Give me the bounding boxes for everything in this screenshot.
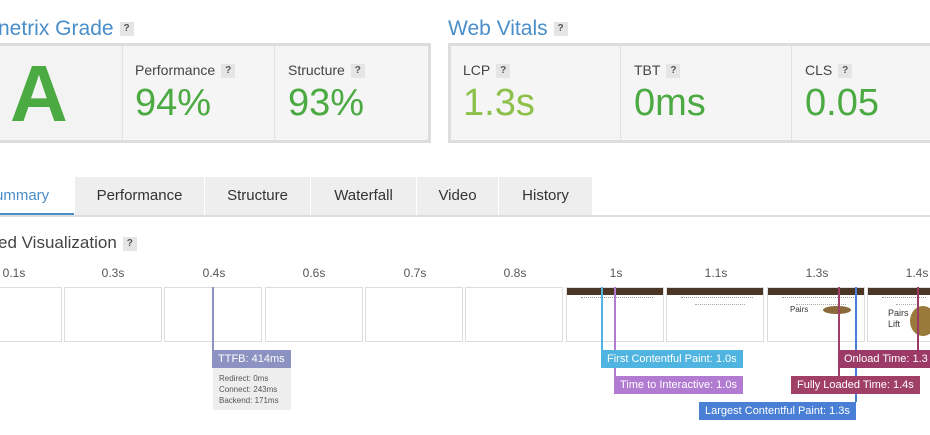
filmstrip-frame-page [666, 287, 764, 342]
cls-cell: CLS? 0.05 [793, 46, 930, 140]
filmstrip-frame-page: Pairs Lift [867, 287, 930, 342]
page-nav-dots [681, 297, 753, 299]
ttfb-redirect: Redirect: 0ms [219, 374, 269, 383]
cls-label: CLS? [805, 62, 853, 79]
vitals-section-title: Web Vitals? [448, 17, 568, 41]
timeline-tick: 1.3s [805, 266, 829, 280]
report-tabs: ummary Performance Structure Waterfall V… [0, 177, 592, 217]
vitals-title-text: Web Vitals [448, 17, 548, 40]
filmstrip-frame-blank [365, 287, 463, 342]
page-text-dots [695, 304, 745, 306]
page-nav-dots [581, 297, 653, 299]
visualization-title-text: ed Visualization [0, 233, 117, 252]
performance-cell: Performance? 94% [123, 46, 275, 140]
grade-section-title: netrix Grade? [0, 17, 134, 41]
performance-value: 94% [135, 82, 212, 124]
grade-title-text: netrix Grade [0, 17, 114, 40]
tbt-cell: TBT? 0ms [622, 46, 792, 140]
ttfb-marker[interactable]: TTFB: 414ms [212, 350, 291, 368]
ttfb-line [212, 287, 214, 350]
timeline-tick: 0.4s [202, 266, 226, 280]
page-nav-dots [882, 297, 926, 299]
help-icon[interactable]: ? [221, 64, 236, 79]
fcp-marker[interactable]: First Contentful Paint: 1.0s [601, 350, 743, 368]
ttfb-backend: Backend: 171ms [219, 396, 279, 405]
visualization-title: ed Visualization? [0, 233, 137, 253]
timeline-tick: 0.6s [302, 266, 326, 280]
timeline-tick: 1s [609, 266, 623, 280]
help-icon[interactable]: ? [496, 64, 511, 79]
grade-panel: A Performance? 94% Structure? 93% [0, 43, 431, 143]
lcp-label: LCP? [463, 62, 511, 79]
help-icon[interactable]: ? [838, 64, 853, 79]
filmstrip-frame-blank [0, 287, 62, 342]
page-text-dots [896, 304, 918, 306]
page-nav-dots [782, 297, 854, 299]
performance-label: Performance? [135, 62, 236, 79]
tab-performance[interactable]: Performance [74, 177, 204, 215]
timeline-tick: 0.3s [101, 266, 125, 280]
lcp-marker[interactable]: Largest Contentful Paint: 1.3s [699, 402, 856, 420]
grade-letter: A [10, 49, 68, 138]
vitals-panel: LCP? 1.3s TBT? 0ms CLS? 0.05 [448, 43, 930, 143]
timeline-tick: 0.1s [2, 266, 26, 280]
page-image-blob [910, 306, 930, 336]
timeline-tick: 0.7s [403, 266, 427, 280]
page-header-bar [868, 288, 930, 295]
page-heading-text: Pairs [888, 308, 909, 318]
help-icon[interactable]: ? [122, 236, 137, 251]
onload-line [917, 287, 919, 350]
fcp-line [601, 287, 603, 350]
help-icon[interactable]: ? [119, 22, 134, 37]
tti-marker[interactable]: Time to Interactive: 1.0s [614, 376, 743, 394]
tbt-label: TBT? [634, 62, 681, 79]
tab-structure[interactable]: Structure [204, 177, 310, 215]
tabs-divider [0, 215, 930, 217]
help-icon[interactable]: ? [350, 64, 365, 79]
cls-value: 0.05 [805, 82, 879, 124]
filmstrip-frame-blank [64, 287, 162, 342]
tab-video[interactable]: Video [416, 177, 498, 215]
filmstrip-frame-blank [465, 287, 563, 342]
filmstrip-frame-page: Pairs [767, 287, 865, 342]
onload-marker[interactable]: Onload Time: 1.3 [838, 350, 930, 368]
filmstrip-frame-blank [265, 287, 363, 342]
tab-summary[interactable]: ummary [0, 177, 74, 215]
tab-history[interactable]: History [498, 177, 592, 215]
structure-value: 93% [288, 82, 365, 124]
fully-loaded-marker[interactable]: Fully Loaded Time: 1.4s [791, 376, 920, 394]
page-heading-text: Pairs [790, 305, 809, 314]
help-icon[interactable]: ? [553, 22, 568, 37]
lcp-cell: LCP? 1.3s [451, 46, 621, 140]
timeline-tick: 1.4s [905, 266, 929, 280]
tbt-value: 0ms [634, 82, 706, 124]
grade-letter-cell: A [0, 46, 123, 140]
page-heading-text: Lift [888, 319, 901, 329]
lcp-value: 1.3s [463, 82, 535, 124]
structure-cell: Structure? 93% [276, 46, 428, 140]
help-icon[interactable]: ? [666, 64, 681, 79]
structure-label: Structure? [288, 62, 365, 79]
timeline-tick: 0.8s [503, 266, 527, 280]
ttfb-connect: Connect: 243ms [219, 385, 278, 394]
page-image-blob [823, 306, 851, 314]
timeline-tick: 1.1s [704, 266, 728, 280]
tab-waterfall[interactable]: Waterfall [310, 177, 416, 215]
page-header-bar [768, 288, 864, 295]
page-header-bar [667, 288, 763, 295]
ttfb-details: Redirect: 0ms Connect: 243ms Backend: 17… [213, 368, 291, 410]
